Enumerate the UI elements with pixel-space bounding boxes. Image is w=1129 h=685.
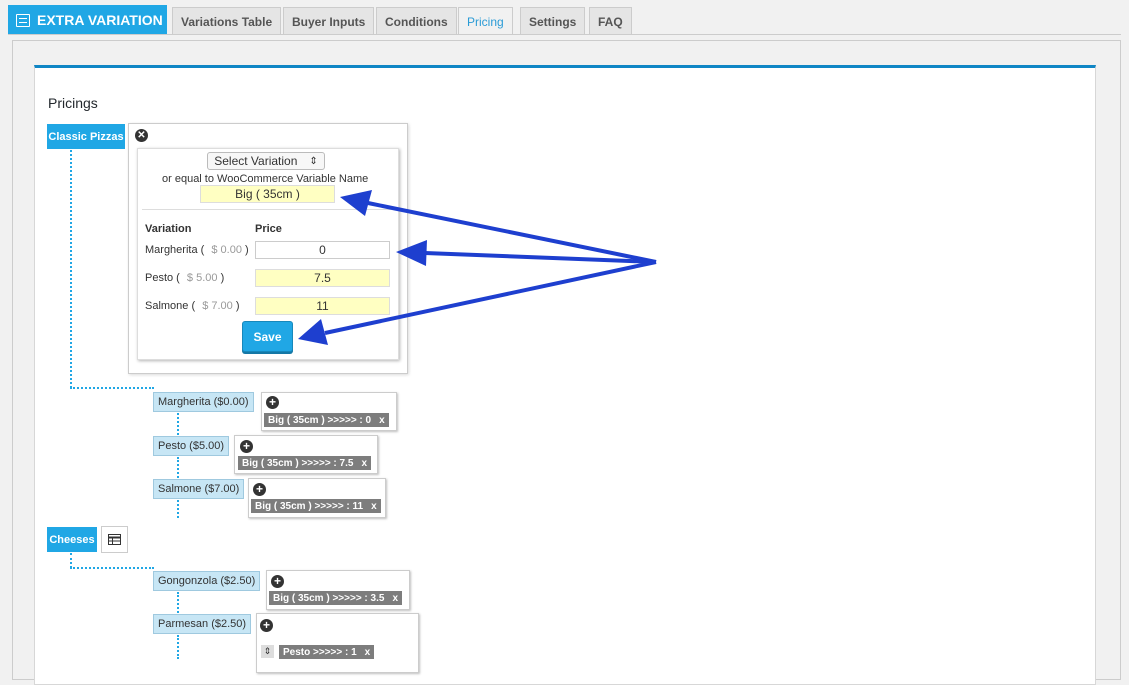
annotation-arrows [298,190,657,345]
arrowhead [340,190,372,216]
arrowhead [298,319,328,345]
arrow-to-save-button [324,260,657,335]
arrowhead [396,240,427,266]
